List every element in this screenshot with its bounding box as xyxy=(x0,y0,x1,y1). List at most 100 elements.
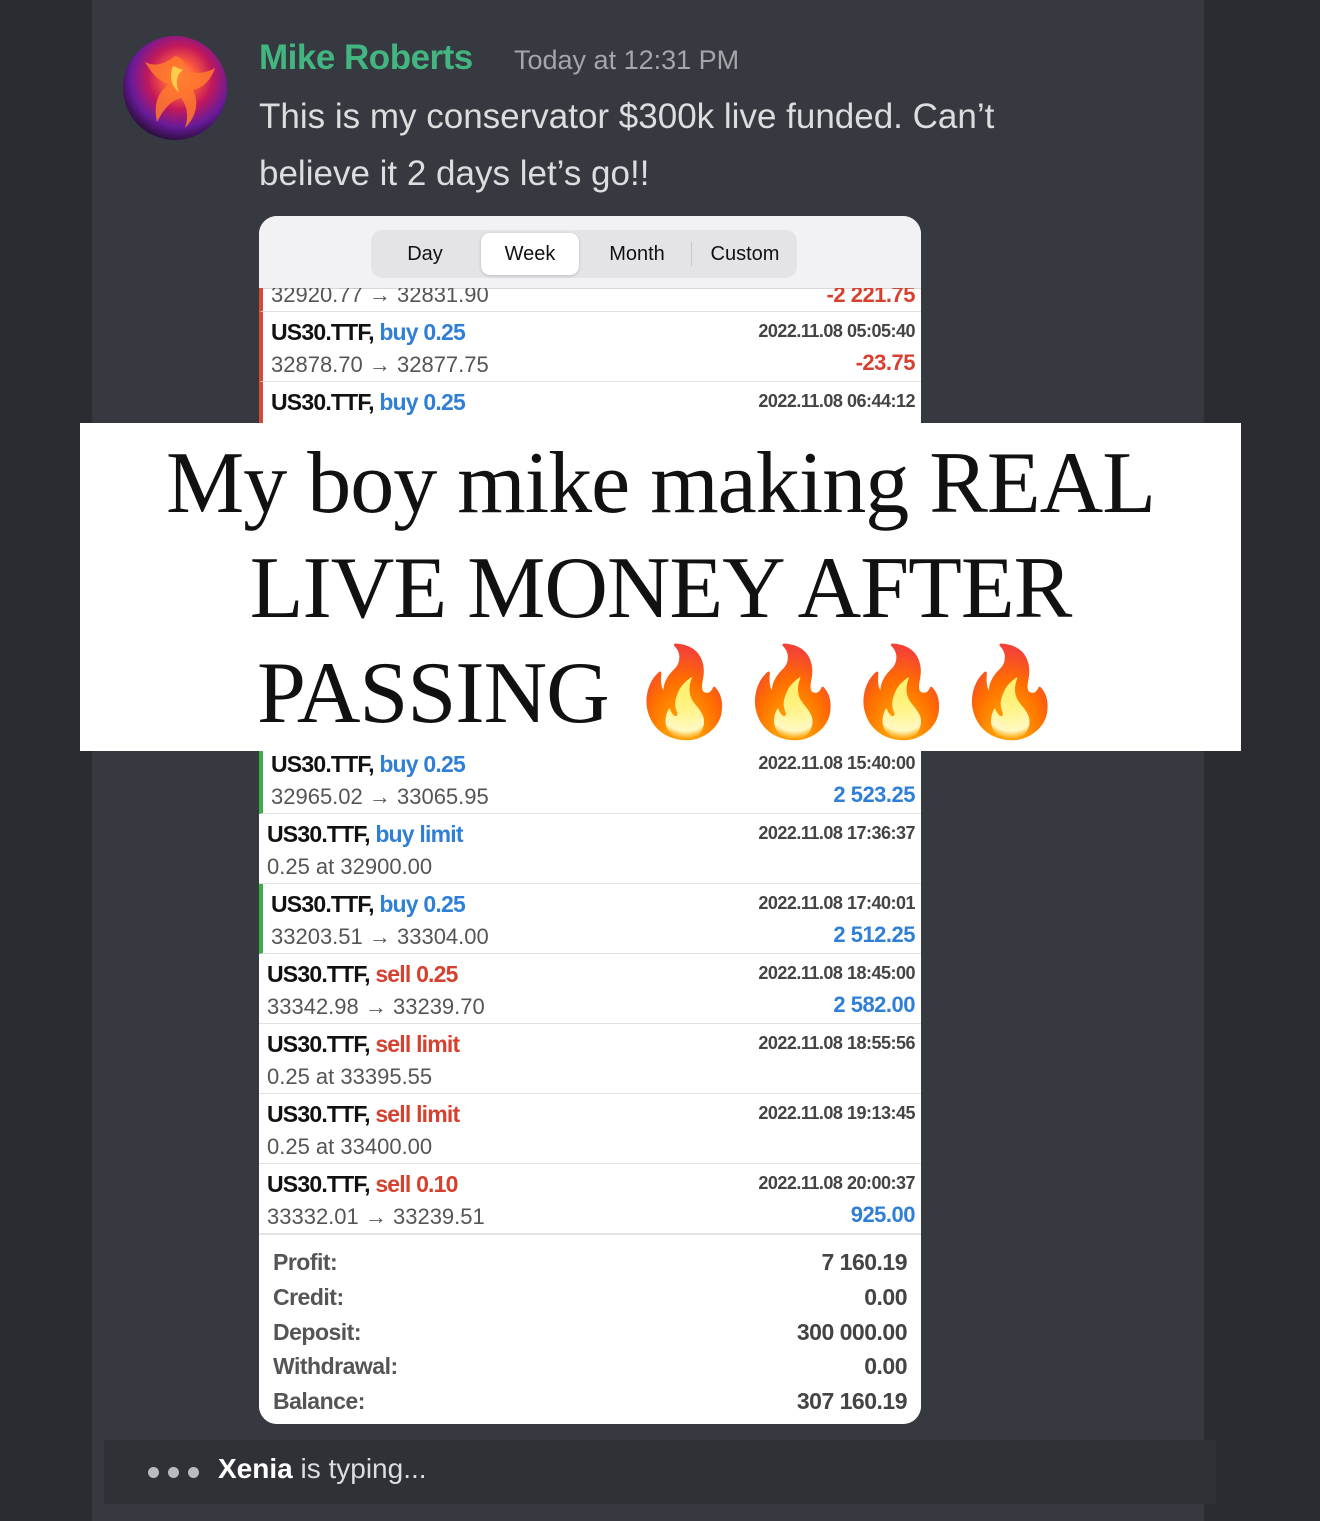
deal-type: buy 0.25 xyxy=(379,751,465,777)
deal-row[interactable]: US30.TTF, sell limit 0.25 at 33400.00 20… xyxy=(259,1094,921,1164)
deal-profit: -23.75 xyxy=(855,350,916,375)
deal-symbol: US30.TTF, buy 0.25 xyxy=(271,389,466,416)
summary-label: Withdrawal: xyxy=(273,1353,398,1379)
symbol-text: US30.TTF, xyxy=(271,751,375,777)
summary-value: 7 160.19 xyxy=(821,1249,907,1275)
summary-balance: Balance: 307 160.19 xyxy=(273,1388,908,1422)
deal-symbol: US30.TTF, sell limit xyxy=(267,1101,460,1128)
summary-label: Deposit: xyxy=(273,1319,362,1345)
deal-prices: 32965.02 → 33065.95 xyxy=(271,784,489,809)
deal-date: 2022.11.08 18:55:56 xyxy=(758,1033,915,1053)
deal-row[interactable]: US30.TTF, buy 0.25 32965.02 → 33065.95 2… xyxy=(259,744,921,814)
deal-row[interactable]: US30.TTF, buy 0.25 33203.51 → 33304.00 2… xyxy=(259,884,921,954)
summary-withdrawal: Withdrawal: 0.00 xyxy=(273,1353,907,1387)
typing-dot-icon xyxy=(188,1467,199,1478)
symbol-text: US30.TTF, xyxy=(267,1101,371,1127)
deal-date: 2022.11.08 17:36:37 xyxy=(758,823,915,843)
history-screenshot[interactable]: Day Week Month Custom 32920.77 → 32831.9… xyxy=(259,216,921,1424)
deal-type: buy limit xyxy=(375,821,463,847)
message-author[interactable]: Mike Roberts xyxy=(259,38,473,78)
tab-custom[interactable]: Custom xyxy=(693,233,797,275)
deal-date: 2022.11.08 06:44:12 xyxy=(758,391,915,411)
deal-profit: 2 512.25 xyxy=(833,922,915,947)
typing-text: Xenia is typing... xyxy=(218,1453,427,1485)
deal-type: buy 0.25 xyxy=(379,389,465,415)
deal-date: 2022.11.08 20:00:37 xyxy=(758,1173,915,1193)
deal-date: 2022.11.08 05:05:40 xyxy=(758,321,915,341)
deal-symbol: US30.TTF, sell limit xyxy=(267,1031,460,1058)
typing-user[interactable]: Xenia xyxy=(218,1453,293,1484)
deal-row[interactable]: US30.TTF, buy 0.25 32878.70 → 32877.75 2… xyxy=(259,312,921,382)
summary-profit: Profit: 7 160.19 xyxy=(273,1249,907,1283)
message-line: This is my conservator $300k live funded… xyxy=(259,97,995,136)
deal-row[interactable]: US30.TTF, sell 0.10 33332.01 → 33239.51 … xyxy=(259,1164,921,1234)
deal-row[interactable]: 32920.77 → 32831.90 -2 221.75 xyxy=(259,288,921,312)
deal-date: 2022.11.08 15:40:00 xyxy=(758,753,915,773)
typing-dot-icon xyxy=(148,1467,159,1478)
typing-indicator: Xenia is typing... xyxy=(104,1440,1216,1504)
deal-type: sell 0.10 xyxy=(375,1171,458,1197)
deal-type: buy 0.25 xyxy=(379,891,465,917)
deal-prices: 33203.51 → 33304.00 xyxy=(271,924,489,949)
avatar[interactable] xyxy=(123,36,227,140)
summary-label: Credit: xyxy=(273,1284,344,1310)
summary-credit: Credit: 0.00 xyxy=(273,1284,907,1318)
symbol-text: US30.TTF, xyxy=(271,389,375,415)
deal-date: 2022.11.08 18:45:00 xyxy=(758,963,915,983)
message-timestamp: Today at 12:31 PM xyxy=(514,45,740,75)
deal-prices: 0.25 at 33395.55 xyxy=(267,1064,433,1089)
deal-profit: 2 582.00 xyxy=(833,992,915,1017)
caption-line: My boy mike making REAL xyxy=(166,435,1156,532)
tab-divider xyxy=(691,242,692,266)
summary-label: Balance: xyxy=(273,1388,365,1414)
summary-value: 300 000.00 xyxy=(796,1319,908,1345)
deal-type: sell limit xyxy=(375,1101,460,1127)
deal-prices: 0.25 at 33400.00 xyxy=(267,1134,433,1159)
deal-row[interactable]: US30.TTF, sell limit 0.25 at 33395.55 20… xyxy=(259,1024,921,1094)
deal-profit: 2 523.25 xyxy=(833,782,915,807)
account-summary: Profit: 7 160.19 Credit: 0.00 Deposit: 3… xyxy=(259,1234,921,1424)
deal-symbol: US30.TTF, buy 0.25 xyxy=(271,319,466,346)
deal-symbol: US30.TTF, buy 0.25 xyxy=(271,891,466,918)
typing-suffix: is typing... xyxy=(292,1453,427,1484)
deal-profit: 925.00 xyxy=(850,1202,916,1227)
symbol-text: US30.TTF, xyxy=(267,1171,371,1197)
period-header: Day Week Month Custom xyxy=(259,216,921,289)
deal-row[interactable]: US30.TTF, sell 0.25 33342.98 → 33239.70 … xyxy=(259,954,921,1024)
deal-date: 2022.11.08 17:40:01 xyxy=(758,893,915,913)
deal-prices: 0.25 at 32900.00 xyxy=(267,854,433,879)
deal-symbol: US30.TTF, sell 0.25 xyxy=(267,961,458,988)
deal-type: buy 0.25 xyxy=(379,319,465,345)
summary-value: 0.00 xyxy=(864,1353,907,1379)
message-text: This is my conservator $300k live funded… xyxy=(259,88,1139,202)
deal-prices: 33332.01 → 33239.51 xyxy=(267,1204,485,1229)
deal-row[interactable]: US30.TTF, buy limit 0.25 at 32900.00 202… xyxy=(259,814,921,884)
deal-prices: 32920.77 → 32831.90 xyxy=(271,288,489,307)
tab-week[interactable]: Week xyxy=(481,233,579,275)
summary-label: Profit: xyxy=(273,1249,338,1275)
period-segmented-control: Day Week Month Custom xyxy=(371,230,797,278)
summary-value: 0.00 xyxy=(864,1284,907,1310)
deal-prices: 33342.98 → 33239.70 xyxy=(267,994,485,1019)
symbol-text: US30.TTF, xyxy=(267,961,371,987)
tab-day[interactable]: Day xyxy=(375,233,475,275)
tab-month[interactable]: Month xyxy=(585,233,689,275)
phoenix-icon xyxy=(145,56,215,128)
deal-profit: -2 221.75 xyxy=(826,288,916,307)
deal-symbol: US30.TTF, sell 0.10 xyxy=(267,1171,458,1198)
typing-dot-icon xyxy=(168,1467,179,1478)
summary-value: 307 160.19 xyxy=(796,1388,908,1414)
deal-type: sell limit xyxy=(375,1031,460,1057)
deal-prices: 32878.70 → 32877.75 xyxy=(271,352,489,377)
symbol-text: US30.TTF, xyxy=(267,821,371,847)
caption-line: LIVE MONEY AFTER xyxy=(249,540,1073,637)
deal-symbol: US30.TTF, buy 0.25 xyxy=(271,751,466,778)
caption-text: My boy mike making REAL LIVE MONEY AFTER… xyxy=(80,431,1241,746)
caption-line: PASSING 🔥🔥🔥🔥 xyxy=(257,645,1065,742)
overlay-caption: My boy mike making REAL LIVE MONEY AFTER… xyxy=(80,423,1241,751)
deal-date: 2022.11.08 19:13:45 xyxy=(758,1103,915,1123)
deal-type: sell 0.25 xyxy=(375,961,458,987)
symbol-text: US30.TTF, xyxy=(271,891,375,917)
deal-symbol: US30.TTF, buy limit xyxy=(267,821,463,848)
symbol-text: US30.TTF, xyxy=(267,1031,371,1057)
